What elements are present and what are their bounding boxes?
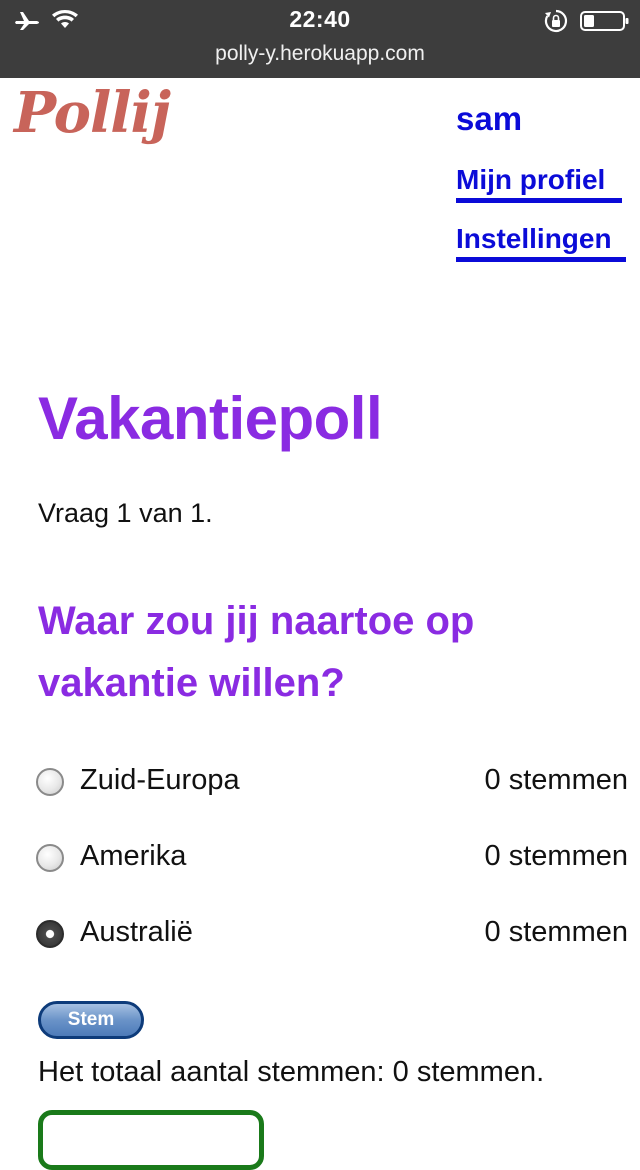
option-vote-count: 0 stemmen: [484, 840, 628, 872]
option-vote-count: 0 stemmen: [484, 764, 628, 796]
option-radio-selected[interactable]: [36, 920, 64, 948]
poll-option[interactable]: Amerika 0 stemmen: [36, 840, 628, 880]
status-bar: 22:40 polly-y.herokuapp.com: [0, 0, 640, 78]
url-bar[interactable]: polly-y.herokuapp.com: [0, 42, 640, 66]
user-nav: sam Mijn profiel Instellingen: [456, 100, 628, 262]
question-counter: Vraag 1 van 1.: [38, 498, 213, 528]
option-label[interactable]: Zuid-Europa: [80, 764, 240, 797]
my-profile-link[interactable]: Mijn profiel: [456, 164, 622, 203]
vote-button[interactable]: Stem: [38, 1001, 144, 1039]
option-label[interactable]: Australië: [80, 916, 193, 949]
option-radio[interactable]: [36, 844, 64, 872]
pollij-logo[interactable]: Pollij: [14, 80, 171, 146]
option-label[interactable]: Amerika: [80, 840, 186, 873]
username: sam: [456, 100, 523, 137]
option-radio[interactable]: [36, 768, 64, 796]
poll-question: Waar zou jij naartoe op vakantie willen?: [38, 599, 475, 705]
poll-title: Vakantiepoll: [38, 385, 383, 452]
lock-rotation-icon: [544, 9, 568, 33]
poll-option[interactable]: Australië 0 stemmen: [36, 916, 628, 956]
results-box[interactable]: [38, 1110, 264, 1170]
battery-icon: [580, 11, 629, 31]
poll-option[interactable]: Zuid-Europa 0 stemmen: [36, 764, 628, 804]
settings-link[interactable]: Instellingen: [456, 223, 626, 262]
option-vote-count: 0 stemmen: [484, 916, 628, 948]
total-votes: Het totaal aantal stemmen: 0 stemmen.: [38, 1056, 545, 1088]
